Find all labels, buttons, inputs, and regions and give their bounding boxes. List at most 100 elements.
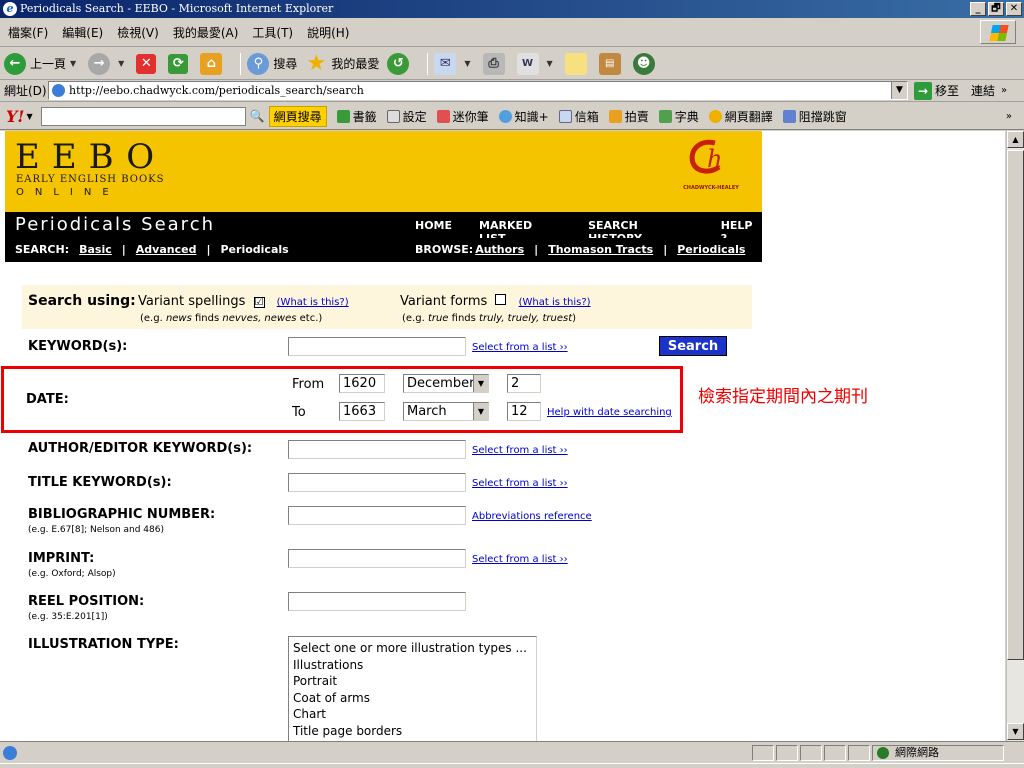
imprint-select-list-link[interactable]: Select from a list ›› [472, 554, 568, 565]
what-is-this-link[interactable]: (What is this?) [519, 297, 591, 308]
abbreviations-reference-link[interactable]: Abbreviations reference [472, 511, 592, 522]
yahoo-logo[interactable]: Y! [6, 107, 24, 126]
listbox-option[interactable]: Coat of arms [293, 690, 532, 707]
history-button[interactable]: ↺ [387, 52, 413, 75]
yahoo-search-button[interactable]: 網頁搜尋 [268, 105, 327, 127]
nav-browse-authors[interactable]: Authors [475, 243, 524, 256]
yahoo-dropdown-icon[interactable]: ▼ [26, 112, 32, 121]
search-button[interactable]: ⚲ 搜尋 [247, 52, 298, 75]
variant-spellings-checkbox[interactable]: ☑ [253, 297, 265, 308]
back-dropdown-icon[interactable]: ▼ [70, 59, 76, 68]
date-to-year-input[interactable]: 1663 [339, 402, 385, 421]
maximize-button[interactable]: 🗗 [988, 2, 1004, 16]
what-is-this-link[interactable]: (What is this?) [277, 297, 349, 308]
date-to-month-select[interactable]: March ▼ [403, 402, 489, 421]
stop-button[interactable]: ✕ [136, 53, 160, 74]
yahoo-auction[interactable]: 拍賣 [608, 108, 649, 125]
minimize-button[interactable]: _ [970, 2, 986, 16]
illustration-type-listbox[interactable]: Select one or more illustration types ..… [288, 636, 537, 741]
page-title-bar: Periodicals Search HOME MARKED LIST SEAR… [5, 212, 762, 245]
eebo-logo[interactable]: EEBO [15, 137, 166, 177]
listbox-option[interactable]: Select one or more illustration types ..… [293, 640, 532, 657]
scroll-thumb[interactable] [1007, 150, 1024, 660]
keywords-input[interactable] [288, 337, 466, 356]
links-label[interactable]: 連結 [971, 82, 995, 99]
edit-button[interactable]: W ▼ [516, 52, 557, 75]
help-date-searching-link[interactable]: Help with date searching [547, 407, 672, 418]
listbox-option[interactable]: Title page borders [293, 723, 532, 740]
yahoo-popup-blocker-label: 阻擋跳窗 [798, 109, 847, 124]
mail-dropdown-icon[interactable]: ▼ [464, 59, 470, 68]
back-button[interactable]: ← 上一頁 ▼ [4, 52, 80, 75]
messenger-button[interactable]: ☻ [632, 52, 659, 75]
chevron-right-icon[interactable]: » [1006, 111, 1012, 122]
date-to-day-input[interactable]: 12 [507, 402, 541, 421]
yahoo-dictionary[interactable]: 字典 [658, 108, 699, 125]
address-dropdown-icon[interactable]: ▼ [891, 82, 907, 99]
author-input[interactable] [288, 440, 466, 459]
forward-dropdown-icon[interactable]: ▼ [118, 59, 124, 68]
menu-favorites[interactable]: 我的最愛(A) [173, 24, 239, 41]
yahoo-knowledge[interactable]: 知識+ [498, 108, 549, 125]
favorites-button[interactable]: ★ 我的最愛 [305, 52, 379, 75]
search-label: 搜尋 [273, 57, 298, 71]
yahoo-search-input[interactable] [40, 106, 246, 126]
menu-help[interactable]: 說明(H) [307, 24, 349, 41]
title-keyword-input[interactable] [288, 473, 466, 492]
listbox-option[interactable]: Chart [293, 706, 532, 723]
bibliographic-number-input[interactable] [288, 506, 466, 525]
chevron-right-icon[interactable]: » [1001, 85, 1007, 96]
menu-view[interactable]: 檢視(V) [117, 24, 159, 41]
mail-button[interactable]: ✉ ▼ [434, 52, 474, 75]
home-button[interactable]: ⌂ [200, 52, 226, 75]
keywords-select-list-link[interactable]: Select from a list ›› [472, 342, 568, 353]
print-button[interactable]: ⎙ [482, 52, 509, 75]
address-label: 網址(D) [4, 84, 47, 98]
variant-forms-checkbox[interactable] [495, 294, 507, 305]
nav-basic-search[interactable]: Basic [79, 243, 112, 256]
vertical-scrollbar[interactable]: ▲ ▼ [1006, 131, 1024, 741]
yahoo-bookmarks-label: 書籤 [352, 109, 377, 124]
menu-edit[interactable]: 編輯(E) [62, 24, 103, 41]
svg-text:h: h [707, 145, 722, 173]
chadwyck-healey-logo-icon: h [689, 139, 722, 174]
date-from-month-select[interactable]: December ▼ [403, 374, 489, 393]
listbox-option[interactable]: Portrait [293, 673, 532, 690]
address-input[interactable]: http://eebo.chadwyck.com/periodicals_sea… [48, 81, 908, 100]
nav-advanced-search[interactable]: Advanced [136, 243, 197, 256]
search-button[interactable]: Search [659, 336, 727, 356]
ie-logo-icon: e [3, 2, 17, 16]
imprint-example: (e.g. Oxford; Alsop) [28, 569, 116, 579]
scroll-up-icon[interactable]: ▲ [1007, 131, 1024, 148]
search-magnifier-icon[interactable]: 🔍 [250, 109, 265, 123]
bibliographic-number-example: (e.g. E.67[8]; Nelson and 486) [28, 525, 164, 535]
go-label: 移至 [935, 84, 960, 98]
yahoo-mail[interactable]: 信箱 [558, 108, 599, 125]
close-button[interactable]: ✕ [1006, 2, 1022, 16]
nav-browse-thomason[interactable]: Thomason Tracts [548, 243, 653, 256]
yahoo-mini-pen[interactable]: 迷你筆 [436, 108, 489, 125]
reel-position-input[interactable] [288, 592, 466, 611]
yahoo-popup-blocker[interactable]: 阻擋跳窗 [782, 108, 847, 125]
refresh-button[interactable]: ⟳ [168, 53, 192, 74]
yahoo-settings[interactable]: 設定 [386, 108, 427, 125]
go-button[interactable]: → 移至 [914, 81, 960, 100]
scroll-down-icon[interactable]: ▼ [1007, 723, 1024, 740]
translate-icon [708, 109, 722, 123]
research-button[interactable]: ▤ [598, 52, 625, 75]
listbox-option[interactable]: Illustrations [293, 657, 532, 674]
menu-file[interactable]: 檔案(F) [8, 24, 48, 41]
forward-button[interactable]: → ▼ [88, 52, 128, 75]
chevron-down-icon: ▼ [473, 375, 488, 392]
discuss-button[interactable] [564, 52, 591, 75]
edit-dropdown-icon[interactable]: ▼ [547, 59, 553, 68]
title-select-list-link[interactable]: Select from a list ›› [472, 478, 568, 489]
author-select-list-link[interactable]: Select from a list ›› [472, 445, 568, 456]
date-from-day-input[interactable]: 2 [507, 374, 541, 393]
yahoo-bookmarks[interactable]: 書籤 [336, 108, 377, 125]
date-from-year-input[interactable]: 1620 [339, 374, 385, 393]
imprint-input[interactable] [288, 549, 466, 568]
yahoo-translate[interactable]: 網頁翻譯 [708, 108, 773, 125]
nav-browse-periodicals[interactable]: Periodicals [677, 243, 745, 256]
menu-tools[interactable]: 工具(T) [252, 24, 293, 41]
